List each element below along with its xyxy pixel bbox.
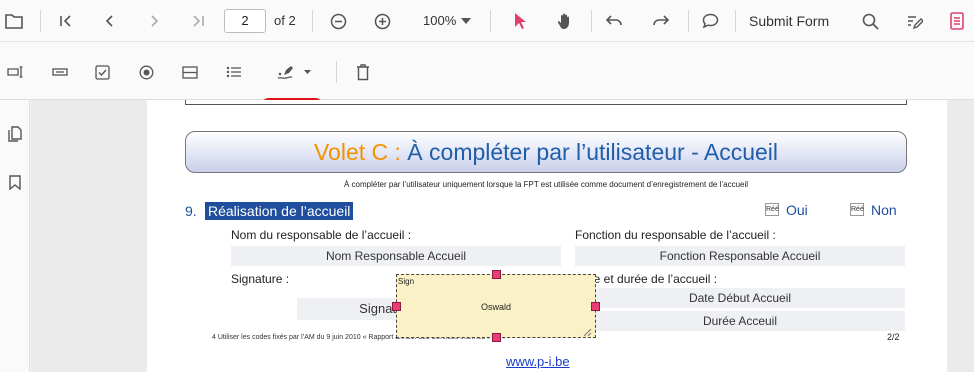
- edit-annotation-icon[interactable]: [904, 11, 924, 31]
- signature-label: Signature :: [231, 272, 290, 286]
- folder-icon[interactable]: [4, 11, 24, 31]
- resize-handle-bottom[interactable]: [492, 333, 501, 342]
- form-field-toolbar: [0, 42, 974, 140]
- resize-grip-icon[interactable]: [582, 324, 592, 337]
- bookmark-icon[interactable]: [6, 173, 24, 191]
- signature-dropdown-icon[interactable]: [302, 67, 312, 77]
- listbox-field-icon[interactable]: [224, 64, 244, 80]
- search-icon[interactable]: [860, 11, 880, 31]
- resize-handle-left[interactable]: [392, 302, 401, 311]
- signature-annotation[interactable]: Sign Oswald: [392, 270, 600, 342]
- radio-button-field-icon[interactable]: [136, 63, 156, 81]
- page-number-input[interactable]: 2: [224, 9, 266, 33]
- main-toolbar: 2 of 2 100% Submit Form: [0, 0, 974, 42]
- undo-icon[interactable]: [604, 11, 624, 31]
- signature-annotation-label: Sign: [398, 277, 415, 286]
- delete-icon[interactable]: [353, 62, 373, 82]
- zoom-level[interactable]: 100%: [423, 13, 456, 29]
- oui-checkbox[interactable]: Réé: [765, 203, 779, 216]
- section-title-banner: Volet C : À compléter par l’utilisateur …: [185, 131, 907, 173]
- resize-handle-right[interactable]: [591, 302, 600, 311]
- section-title-prefix: Volet C :: [313, 139, 408, 165]
- date-debut-field[interactable]: Date Début Accueil: [575, 288, 905, 308]
- left-sidebar: [0, 100, 30, 372]
- page-thumbnails-icon[interactable]: [6, 125, 24, 143]
- fonction-label: Fonction du responsable de l’accueil :: [575, 228, 776, 242]
- oui-label: Oui: [786, 202, 808, 218]
- first-page-icon[interactable]: [56, 11, 76, 31]
- zoom-out-icon[interactable]: [328, 11, 348, 31]
- submit-form-button[interactable]: Submit Form: [749, 13, 829, 29]
- section-subtitle: À compléter par l’utilisateur uniquement…: [343, 180, 749, 189]
- pan-hand-icon[interactable]: [554, 10, 576, 32]
- textbox-field-icon[interactable]: [5, 64, 25, 80]
- dropdown-field-icon[interactable]: [180, 64, 200, 80]
- form-designer-icon[interactable]: [947, 11, 967, 31]
- item-title: Réalisation de l’accueil: [205, 202, 354, 220]
- section-title: À compléter par l’utilisateur - Accueil: [407, 139, 779, 165]
- next-page-icon[interactable]: [144, 11, 164, 31]
- website-link[interactable]: www.p-i.be: [506, 354, 570, 369]
- date-label: Date et durée de l’accueil :: [575, 272, 718, 286]
- redo-icon[interactable]: [650, 11, 670, 31]
- non-checkbox[interactable]: Réé: [850, 203, 864, 216]
- resize-handle-top[interactable]: [492, 270, 501, 279]
- select-cursor-icon[interactable]: [510, 11, 530, 31]
- previous-section-border: [185, 100, 907, 105]
- checkbox-field-icon[interactable]: [92, 63, 112, 81]
- nom-responsable-field[interactable]: Nom Responsable Accueil: [231, 246, 561, 266]
- password-field-icon[interactable]: [50, 64, 70, 80]
- zoom-dropdown-icon[interactable]: [458, 12, 474, 30]
- nom-label: Nom du responsable de l’accueil :: [231, 228, 412, 242]
- last-page-icon[interactable]: [188, 11, 208, 31]
- previous-page-icon[interactable]: [100, 11, 120, 31]
- page-indicator: 2/2: [887, 332, 900, 342]
- duree-field[interactable]: Durée Acceuil: [575, 311, 905, 331]
- fonction-responsable-field[interactable]: Fonction Responsable Accueil: [575, 246, 905, 266]
- signature-annotation-value: Oswald: [480, 302, 511, 312]
- signature-field-icon[interactable]: [274, 62, 298, 82]
- zoom-in-icon[interactable]: [372, 11, 392, 31]
- non-label: Non: [871, 202, 897, 218]
- item-number: 9.: [185, 203, 197, 219]
- page-total-label: of 2: [274, 13, 296, 28]
- comment-icon[interactable]: [700, 11, 720, 31]
